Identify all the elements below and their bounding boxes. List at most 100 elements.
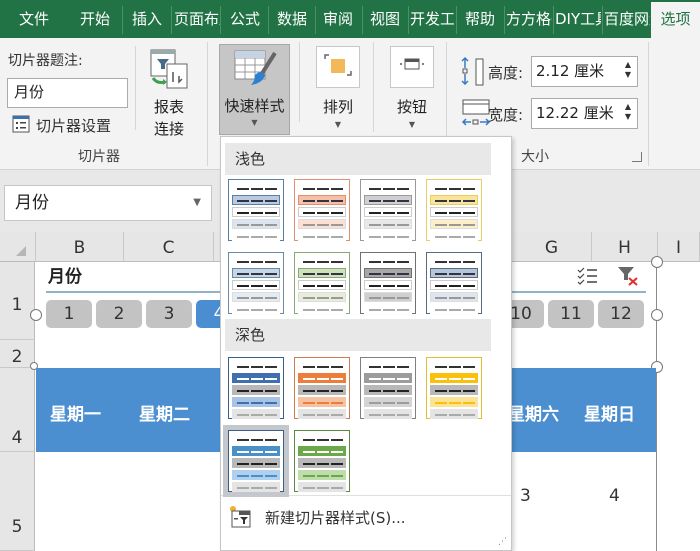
tab-page-layout[interactable]: 页面布局: [174, 0, 220, 38]
style-preview-row: [430, 256, 478, 266]
height-spin-arrows-icon[interactable]: ▲ ▼: [625, 60, 631, 80]
name-box-value[interactable]: 月份: [15, 193, 49, 213]
slicer-style-light-4[interactable]: [421, 174, 487, 246]
tab-home[interactable]: 开始: [72, 0, 118, 38]
width-value[interactable]: 12.22 厘米: [536, 104, 614, 122]
tab-fangfangezi[interactable]: 方方格子: [506, 0, 552, 38]
tab-view[interactable]: 视图: [363, 0, 407, 38]
slicer-caption-input[interactable]: 月份: [7, 78, 128, 108]
style-preview-row: [298, 373, 346, 383]
width-spinner[interactable]: 12.22 厘米 ▲ ▼: [531, 98, 638, 129]
style-preview-row: [298, 268, 346, 278]
resize-handle[interactable]: [651, 309, 663, 321]
height-value[interactable]: 2.12 厘米: [536, 62, 604, 80]
resize-handle[interactable]: [651, 256, 663, 268]
style-preview-dash: [251, 378, 263, 380]
slicer-style-light-5[interactable]: [223, 247, 289, 319]
row-header-1[interactable]: 1: [0, 262, 35, 340]
style-preview-dash: [369, 224, 381, 226]
style-preview-dash: [265, 402, 277, 404]
tab-developer[interactable]: 开发工具: [410, 0, 454, 38]
style-preview-dash: [463, 366, 475, 368]
clear-filter-icon[interactable]: [616, 265, 640, 287]
report-connections-button[interactable]: 报表 连接: [140, 42, 198, 138]
style-preview-dash: [435, 236, 447, 238]
report-connections-label-1: 报表: [153, 98, 184, 116]
style-preview-row: [298, 292, 346, 302]
tab-options[interactable]: 选项: [651, 2, 700, 38]
slicer-style-light-3[interactable]: [355, 174, 421, 246]
column-header-h[interactable]: H: [592, 232, 658, 262]
style-preview-dash: [251, 414, 263, 416]
slicer-style-dark-4[interactable]: [421, 352, 487, 424]
row-header-5[interactable]: 5: [0, 452, 35, 551]
slicer-item-month[interactable]: 11: [548, 300, 594, 328]
style-preview-row: [232, 280, 280, 290]
slicer-style-light-6[interactable]: [289, 247, 355, 319]
slicer-item-month[interactable]: 1: [46, 300, 92, 328]
slicer-style-light-8[interactable]: [421, 247, 487, 319]
style-preview-dash: [251, 475, 263, 477]
style-preview-dash: [303, 200, 315, 202]
tab-insert[interactable]: 插入: [124, 0, 170, 38]
style-preview-row: [364, 195, 412, 205]
style-preview-dash: [237, 414, 249, 416]
style-preview-dash: [449, 297, 461, 299]
tab-baidu-netdisk[interactable]: 百度网盘: [604, 0, 650, 38]
slicer-style-dark-6[interactable]: [289, 425, 355, 497]
size-dialog-launcher-icon[interactable]: [632, 152, 642, 162]
name-box[interactable]: 月份 ▼: [4, 185, 212, 221]
slicer-settings-label[interactable]: 切片器设置: [36, 115, 111, 136]
slicer-settings-button[interactable]: [10, 114, 32, 134]
name-box-dropdown-icon[interactable]: ▼: [193, 186, 201, 220]
style-preview-dash: [331, 285, 343, 287]
style-preview-dash: [265, 463, 277, 465]
style-preview-row: [232, 268, 280, 278]
tab-data[interactable]: 数据: [270, 0, 314, 38]
buttons-button[interactable]: 按钮 ▼: [386, 44, 438, 130]
style-preview-dash: [435, 366, 447, 368]
column-header-i[interactable]: I: [658, 232, 700, 262]
style-preview-row: [232, 385, 280, 395]
style-preview-dash: [449, 236, 461, 238]
cell-saturday-value[interactable]: 3: [520, 486, 531, 506]
slicer-style-light-7[interactable]: [355, 247, 421, 319]
resize-handle[interactable]: [30, 309, 42, 321]
style-preview-row: [232, 373, 280, 383]
style-preview-dash: [463, 414, 475, 416]
style-preview-dash: [463, 188, 475, 190]
slicer-style-dark-3[interactable]: [355, 352, 421, 424]
style-preview-dash: [369, 200, 381, 202]
slicer-item-month[interactable]: 2: [96, 300, 142, 328]
slicer-style-dark-2[interactable]: [289, 352, 355, 424]
gallery-resize-grip-icon[interactable]: ⋰: [498, 537, 507, 547]
multi-select-icon[interactable]: [576, 266, 600, 286]
cell-sunday-value[interactable]: 4: [609, 486, 620, 506]
style-preview-dash: [463, 390, 475, 392]
new-slicer-style-item[interactable]: 新建切片器样式(S)...: [221, 499, 511, 535]
column-header-c[interactable]: C: [124, 232, 214, 262]
style-preview-dash: [435, 261, 447, 263]
slicer-style-dark-1[interactable]: [223, 352, 289, 424]
tab-review[interactable]: 审阅: [316, 0, 360, 38]
style-preview-row: [364, 183, 412, 193]
style-preview-dash: [265, 200, 277, 202]
slicer-item-month[interactable]: 3: [146, 300, 192, 328]
slicer-style-light-2[interactable]: [289, 174, 355, 246]
tab-help[interactable]: 帮助: [458, 0, 502, 38]
row-header-4[interactable]: 4: [0, 368, 35, 452]
tab-file[interactable]: 文件: [0, 0, 68, 38]
column-header-b[interactable]: B: [36, 232, 124, 262]
slicer-style-dark-5[interactable]: [223, 425, 289, 497]
tab-diy-toolbox[interactable]: DIY工具箱: [555, 0, 601, 38]
column-header-g[interactable]: G: [512, 232, 592, 262]
tab-formulas[interactable]: 公式: [222, 0, 268, 38]
style-preview-dash: [237, 188, 249, 190]
width-spin-arrows-icon[interactable]: ▲ ▼: [625, 102, 631, 122]
arrange-button[interactable]: 排列 ▼: [312, 44, 364, 130]
slicer-item-month[interactable]: 12: [598, 300, 644, 328]
style-preview-row: [298, 361, 346, 371]
slicer-style-light-1[interactable]: [223, 174, 289, 246]
quick-styles-button[interactable]: 快速样式 ▼: [219, 44, 290, 135]
height-spinner[interactable]: 2.12 厘米 ▲ ▼: [531, 56, 638, 87]
